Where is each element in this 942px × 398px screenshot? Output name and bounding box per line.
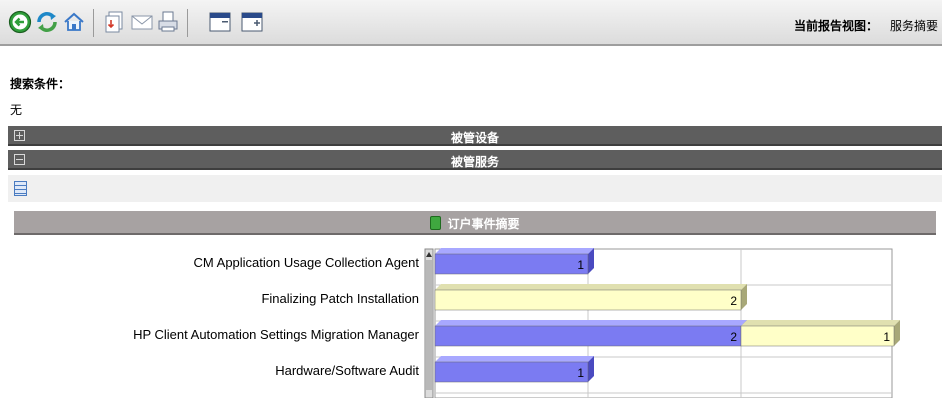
section-title: 被管服务 (450, 155, 499, 169)
bar-top-face (435, 356, 594, 362)
section-title: 被管设备 (450, 131, 499, 145)
bar-top-face (741, 320, 900, 326)
bar-top-face (435, 248, 594, 254)
expand-window-icon[interactable] (208, 10, 232, 34)
report-icon (430, 216, 442, 230)
export-icon[interactable] (102, 10, 126, 34)
bar (740, 325, 895, 347)
bar-value-label: 1 (577, 258, 584, 272)
category-label: CM Application Usage Collection Agent (194, 255, 420, 270)
current-view-value: 服务摘要 (889, 19, 938, 33)
bar (434, 253, 589, 275)
email-icon[interactable] (130, 10, 154, 34)
add-window-icon[interactable] (240, 10, 264, 34)
toolbar-separator (93, 9, 94, 37)
print-icon[interactable] (156, 10, 180, 34)
home-icon[interactable] (62, 10, 86, 34)
scrollbar-thumb (426, 260, 432, 390)
bar (434, 289, 742, 311)
back-icon[interactable] (8, 10, 32, 34)
bar-value-label: 1 (577, 366, 584, 380)
bar-value-label: 1 (883, 330, 890, 344)
bar-value-label: 2 (730, 330, 737, 344)
chart-header: 订户事件摘要 (14, 211, 936, 235)
list-view-row (8, 175, 942, 202)
bar-top-face (435, 320, 747, 326)
current-view-label: 当前报告视图： (793, 19, 878, 33)
chart-title: 订户事件摘要 (447, 217, 520, 231)
search-criteria-label: 搜索条件： (10, 77, 71, 91)
category-label: Finalizing Patch Installation (261, 291, 419, 306)
section-managed-devices[interactable]: 被管设备 (8, 126, 942, 146)
bar-chart: CM Application Usage Collection Agent 1 Fi… (133, 248, 900, 398)
bar-top-face (435, 284, 747, 290)
table-view-icon[interactable] (14, 181, 27, 196)
refresh-icon[interactable] (35, 10, 59, 34)
category-label: Hardware/Software Audit (275, 363, 419, 378)
toolbar-separator (187, 9, 188, 37)
category-label: HP Client Automation Settings Migration … (133, 327, 420, 342)
search-criteria-value: 无 (10, 103, 23, 117)
bar (434, 361, 589, 383)
bar (434, 325, 742, 347)
toolbar: 当前报告视图： 服务摘要 (0, 0, 942, 46)
bar-value-label: 2 (730, 294, 737, 308)
section-managed-services[interactable]: 被管服务 (8, 150, 942, 170)
